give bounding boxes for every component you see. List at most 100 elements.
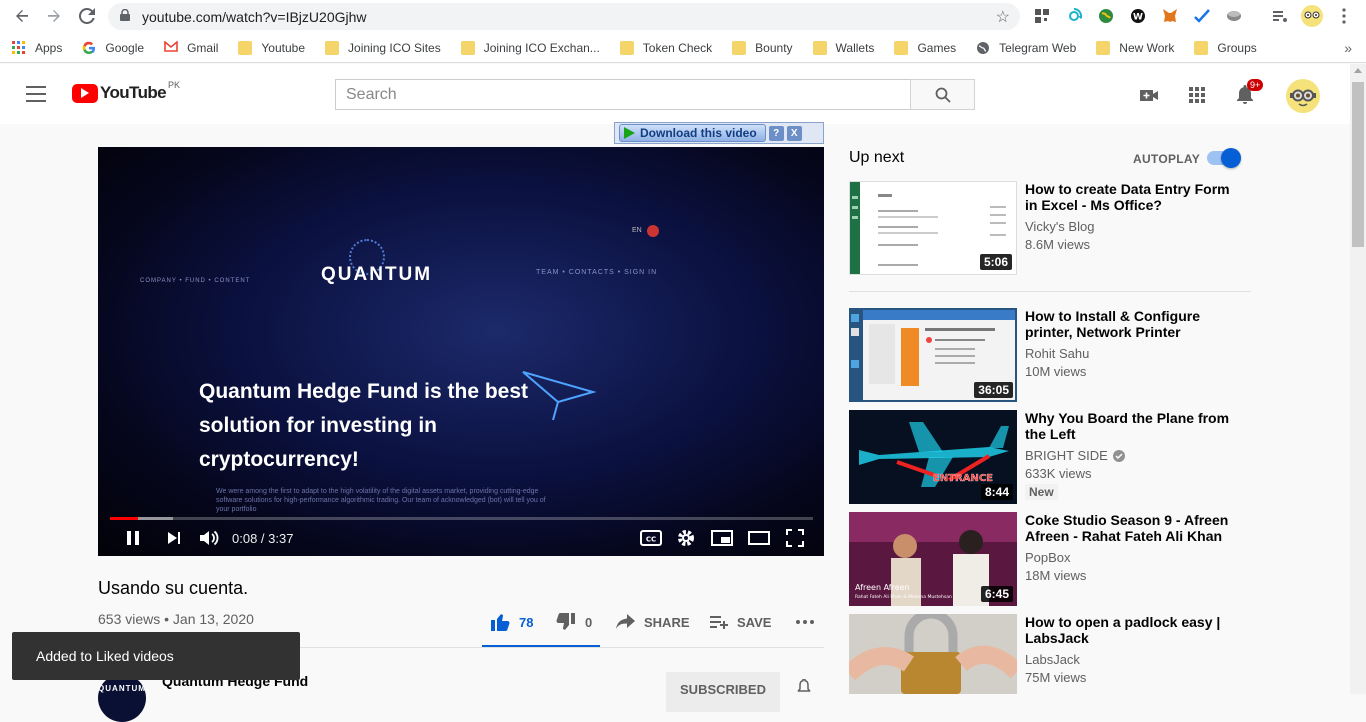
- channel-avatar[interactable]: QUANTUM: [98, 674, 146, 722]
- video-brand-text: QUANTUM: [321, 264, 433, 285]
- folder-icon: [894, 40, 909, 55]
- download-video-button[interactable]: Download this video: [619, 124, 766, 142]
- bookmark-joining-ico-sites[interactable]: Joining ICO Sites: [325, 40, 441, 55]
- bookmark-games[interactable]: Games: [894, 40, 956, 55]
- guide-menu-icon[interactable]: [26, 86, 46, 102]
- video-channel[interactable]: LabsJack: [1025, 652, 1080, 667]
- video-duration: 5:06: [979, 254, 1012, 270]
- back-button[interactable]: [6, 0, 38, 32]
- eye-extension-icon[interactable]: [1222, 4, 1246, 28]
- video-channel[interactable]: PopBox: [1025, 550, 1071, 565]
- video-title[interactable]: How to open a padlock easy | LabsJack: [1025, 614, 1230, 646]
- svg-text:CC: CC: [646, 536, 656, 544]
- bookmark-joining-ico-exchan[interactable]: Joining ICO Exchan...: [460, 40, 600, 55]
- video-title[interactable]: How to create Data Entry Form in Excel -…: [1025, 181, 1230, 213]
- video-thumbnail[interactable]: [849, 614, 1017, 694]
- bookmark-label: Joining ICO Sites: [348, 40, 441, 55]
- scrollbar-thumb[interactable]: [1352, 82, 1364, 247]
- video-channel[interactable]: Vicky's Blog: [1025, 219, 1094, 234]
- lock-icon: [120, 8, 136, 24]
- video-thumbnail[interactable]: 36:05: [849, 308, 1017, 402]
- bookmark-bounty[interactable]: Bounty: [732, 40, 793, 55]
- video-nav-right-text: TEAM • CONTACTS • SIGN IN: [536, 269, 658, 276]
- account-avatar[interactable]: [1286, 79, 1320, 113]
- thumb-subtitle-text: Rahat Fateh Ali Khan & Momina Mustehsan: [855, 594, 952, 600]
- video-channel[interactable]: Rohit Sahu: [1025, 346, 1089, 361]
- bookmark-google[interactable]: Google: [82, 41, 144, 55]
- video-channel[interactable]: BRIGHT SIDE: [1025, 448, 1125, 463]
- back-arrow-icon: [16, 10, 28, 22]
- miniplayer-button[interactable]: [711, 527, 733, 549]
- bookmark-label: Gmail: [187, 40, 219, 55]
- bookmark-telegram-web[interactable]: Telegram Web: [976, 41, 1076, 55]
- bookmark-gmail[interactable]: Gmail: [164, 39, 219, 55]
- share-button[interactable]: SHARE: [615, 612, 690, 632]
- progress-bar[interactable]: [110, 517, 813, 520]
- thumb-title-text: Afreen Afreen: [855, 583, 910, 592]
- next-button[interactable]: [166, 527, 182, 549]
- dislike-button[interactable]: 0: [556, 612, 592, 632]
- page-scrollbar[interactable]: [1350, 64, 1366, 694]
- recommended-video[interactable]: ENTRANCE 8:44 Why You Board the Plane fr…: [849, 410, 1249, 504]
- video-title[interactable]: Coke Studio Season 9 - Afreen Afreen - R…: [1025, 512, 1230, 544]
- volume-button[interactable]: [198, 527, 220, 549]
- theater-mode-button[interactable]: [748, 527, 770, 549]
- video-title[interactable]: How to Install & Configure printer, Netw…: [1025, 308, 1230, 340]
- recommended-video[interactable]: Afreen Afreen Rahat Fateh Ali Khan & Momi…: [849, 512, 1249, 606]
- settings-button[interactable]: [677, 527, 695, 549]
- thumbs-down-icon: [556, 613, 575, 630]
- search-icon: [935, 87, 951, 103]
- video-thumbnail[interactable]: 5:06: [849, 181, 1017, 275]
- globe-extension-icon[interactable]: [1094, 4, 1118, 28]
- subscribed-button[interactable]: SUBSCRIBED: [666, 672, 780, 712]
- bookmark-token-check[interactable]: Token Check: [619, 40, 712, 55]
- forward-button[interactable]: [38, 0, 70, 32]
- fullscreen-button[interactable]: [786, 527, 804, 549]
- bookmark-label: New Work: [1119, 40, 1175, 55]
- video-thumbnail[interactable]: ENTRANCE 8:44: [849, 410, 1017, 504]
- autoplay-toggle[interactable]: [1207, 148, 1241, 168]
- video-thumbnail[interactable]: Afreen Afreen Rahat Fateh Ali Khan & Momi…: [849, 512, 1017, 606]
- recommended-video[interactable]: How to open a padlock easy | LabsJack La…: [849, 614, 1249, 694]
- bookmark-new-work[interactable]: New Work: [1096, 40, 1175, 55]
- create-video-icon[interactable]: [1138, 84, 1160, 106]
- bookmark-star-icon[interactable]: ☆: [996, 7, 1010, 27]
- qr-extension-icon[interactable]: [1030, 4, 1054, 28]
- checkmark-extension-icon[interactable]: [1190, 4, 1214, 28]
- video-player[interactable]: EN COMPANY • FUND • CONTENT QUANTUM TEAM…: [98, 147, 824, 556]
- captions-button[interactable]: CC: [640, 527, 662, 549]
- address-bar[interactable]: youtube.com/watch?v=IBjzU20Gjhw ☆: [108, 3, 1020, 30]
- bookmark-wallets[interactable]: Wallets: [812, 40, 874, 55]
- recommended-video[interactable]: 36:05 How to Install & Configure printer…: [849, 308, 1249, 402]
- search-input[interactable]: [336, 80, 910, 109]
- metamask-fox-icon[interactable]: [1158, 4, 1182, 28]
- search-button[interactable]: [910, 79, 975, 110]
- download-help-button[interactable]: ?: [768, 125, 784, 141]
- theater-icon: [748, 531, 770, 545]
- scroll-up-arrow-icon[interactable]: [1354, 68, 1362, 73]
- reload-icon: [79, 8, 95, 24]
- save-button[interactable]: SAVE: [709, 612, 771, 632]
- bookmark-apps[interactable]: Apps: [12, 40, 62, 55]
- pause-button[interactable]: [124, 527, 142, 549]
- sync-extension-icon[interactable]: [1062, 4, 1086, 28]
- video-title[interactable]: Why You Board the Plane from the Left: [1025, 410, 1230, 442]
- w-extension-icon[interactable]: W: [1126, 4, 1150, 28]
- bookmark-groups[interactable]: Groups: [1194, 40, 1257, 55]
- profile-avatar-icon[interactable]: [1300, 4, 1324, 28]
- recommended-video[interactable]: 5:06 How to create Data Entry Form in Ex…: [849, 181, 1249, 275]
- apps-grid-icon: [12, 40, 26, 55]
- channel-bell-icon[interactable]: [797, 679, 811, 693]
- chrome-menu-icon[interactable]: [1332, 4, 1356, 28]
- more-actions-button[interactable]: [795, 612, 815, 632]
- like-button[interactable]: 78: [490, 612, 533, 632]
- bookmark-youtube[interactable]: Youtube: [238, 40, 305, 55]
- download-close-button[interactable]: X: [786, 125, 802, 141]
- apps-grid-icon[interactable]: [1186, 84, 1208, 106]
- reading-list-icon[interactable]: [1268, 4, 1292, 28]
- youtube-logo[interactable]: YouTube PK: [72, 80, 180, 103]
- fullscreen-icon: [786, 529, 804, 547]
- bookmarks-overflow-icon[interactable]: »: [1344, 40, 1352, 56]
- sidebar-divider: [849, 291, 1251, 292]
- reload-button[interactable]: [71, 0, 103, 32]
